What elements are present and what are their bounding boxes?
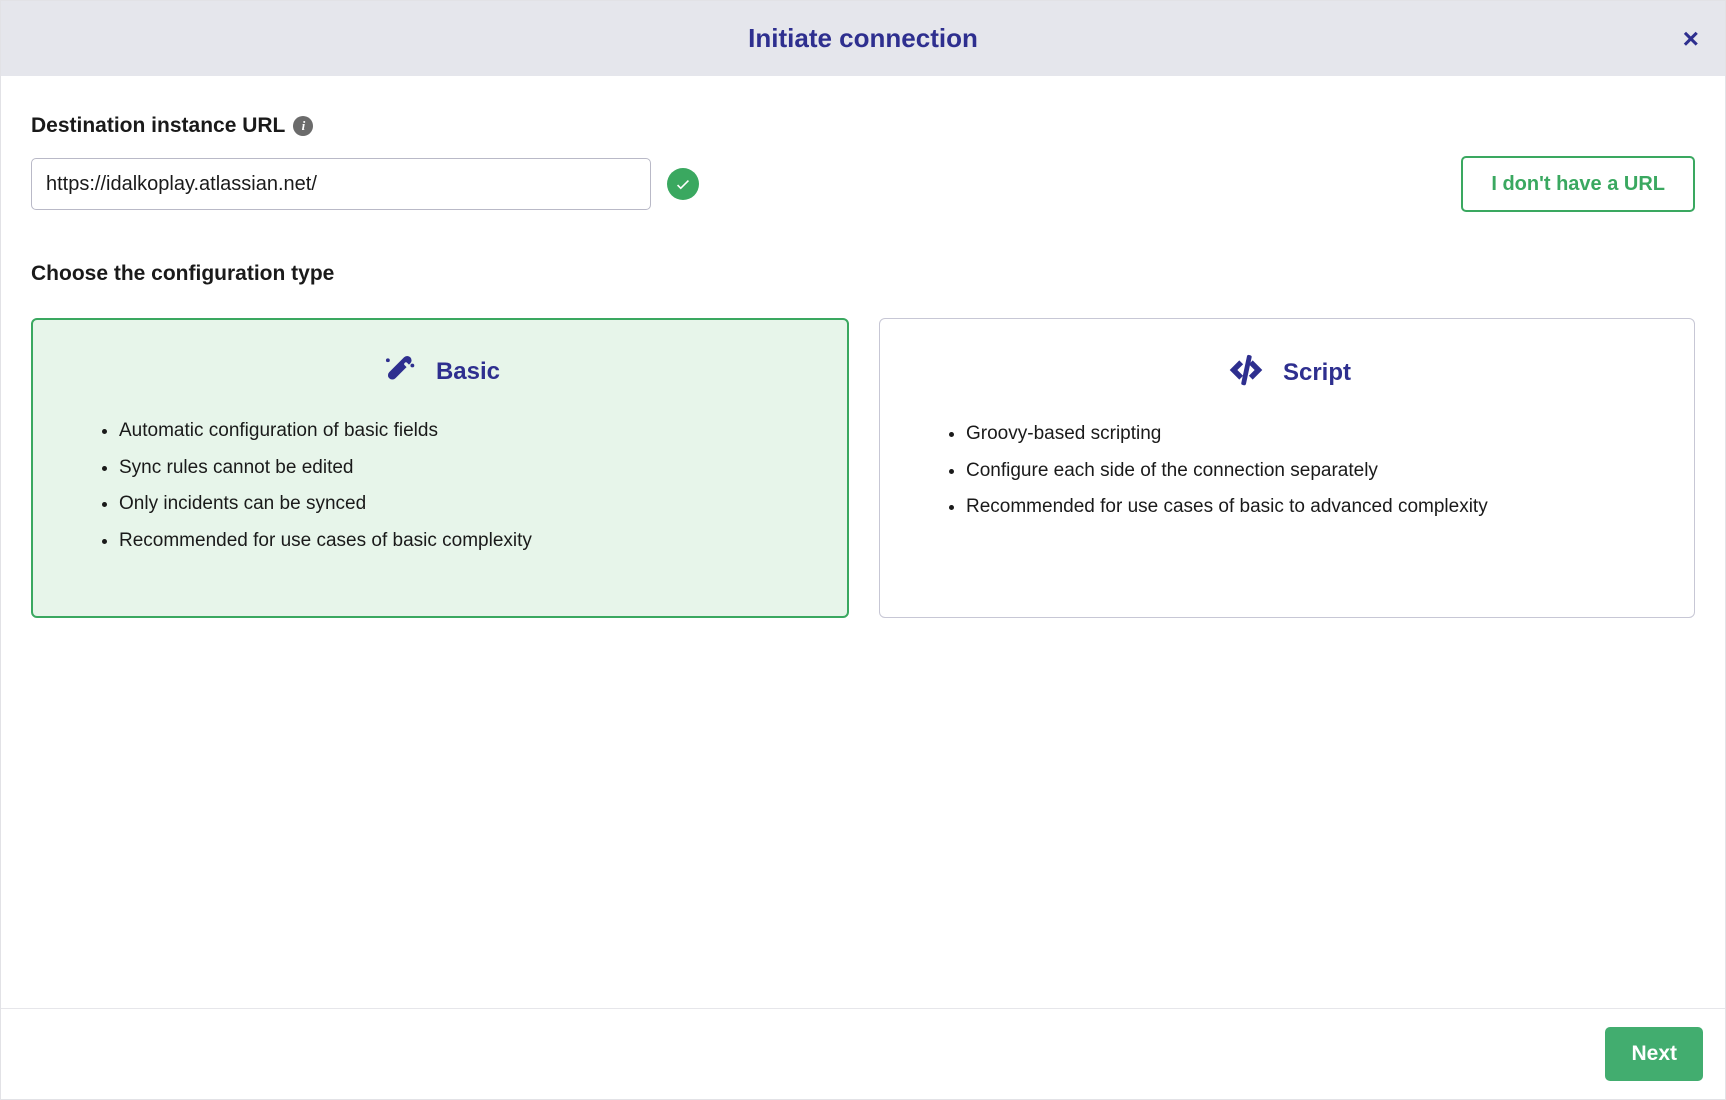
url-valid-check-icon: [667, 168, 699, 200]
config-card-script[interactable]: Script Groovy-based scripting Configure …: [879, 318, 1695, 618]
config-card-title: Basic: [436, 358, 500, 386]
config-card-title: Script: [1283, 359, 1351, 387]
no-url-button[interactable]: I don't have a URL: [1461, 156, 1695, 212]
config-card-header: Basic: [73, 348, 807, 395]
config-type-cards: Basic Automatic configuration of basic f…: [31, 318, 1695, 618]
config-card-basic[interactable]: Basic Automatic configuration of basic f…: [31, 318, 849, 618]
list-item: Groovy-based scripting: [966, 420, 1654, 449]
destination-url-input[interactable]: [31, 158, 651, 210]
config-type-label: Choose the configuration type: [31, 262, 1695, 286]
next-button[interactable]: Next: [1605, 1027, 1703, 1081]
list-item: Automatic configuration of basic fields: [119, 417, 807, 446]
initiate-connection-modal: Initiate connection × Destination instan…: [0, 0, 1726, 1100]
destination-url-label-text: Destination instance URL: [31, 114, 285, 138]
list-item: Only incidents can be synced: [119, 490, 807, 519]
modal-body: Destination instance URL i I don't have …: [1, 76, 1725, 1008]
list-item: Recommended for use cases of basic compl…: [119, 527, 807, 556]
url-row: I don't have a URL: [31, 156, 1695, 212]
modal-footer: Next: [1, 1008, 1725, 1099]
config-card-bullets: Groovy-based scripting Configure each si…: [920, 420, 1654, 522]
modal-header: Initiate connection ×: [1, 1, 1725, 76]
wand-icon: [380, 348, 422, 395]
destination-url-label: Destination instance URL i: [31, 114, 1695, 138]
code-icon: [1223, 347, 1269, 398]
list-item: Recommended for use cases of basic to ad…: [966, 493, 1654, 522]
config-card-bullets: Automatic configuration of basic fields …: [73, 417, 807, 555]
config-card-header: Script: [920, 347, 1654, 398]
list-item: Configure each side of the connection se…: [966, 457, 1654, 486]
modal-title: Initiate connection: [748, 23, 978, 54]
list-item: Sync rules cannot be edited: [119, 454, 807, 483]
info-icon[interactable]: i: [293, 116, 313, 136]
close-icon[interactable]: ×: [1683, 25, 1699, 53]
